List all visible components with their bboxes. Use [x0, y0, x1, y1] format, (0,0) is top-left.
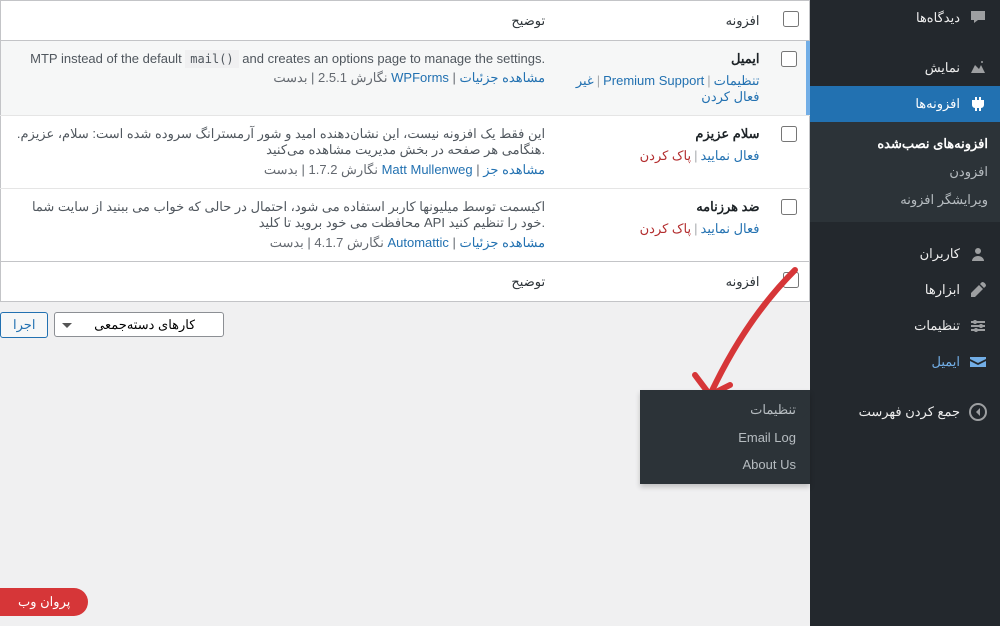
- author-link[interactable]: Automattic: [387, 235, 448, 250]
- menu-label: تنظیمات: [914, 318, 960, 334]
- author-link[interactable]: Matt Mullenweg: [382, 162, 473, 177]
- menu-users[interactable]: کاربران: [810, 236, 1000, 272]
- menu-label: نمایش: [925, 60, 960, 76]
- bulk-apply-button[interactable]: اجرا: [0, 312, 48, 338]
- brand-badge[interactable]: پروان وب: [0, 588, 88, 616]
- flyout-about[interactable]: About Us: [640, 451, 810, 478]
- details-link[interactable]: مشاهده جزئیات: [460, 70, 546, 85]
- menu-settings[interactable]: تنظیمات: [810, 308, 1000, 344]
- menu-tools[interactable]: ابزارها: [810, 272, 1000, 308]
- row-checkbox[interactable]: [781, 199, 797, 215]
- flyout-settings[interactable]: تنظیمات: [640, 396, 810, 424]
- row-actions: تنظیمات|Premium Support|غیر فعال کردن: [565, 73, 759, 105]
- row-checkbox[interactable]: [781, 51, 797, 67]
- submenu-installed[interactable]: افزونه‌های نصب‌شده: [810, 130, 1000, 158]
- menu-label: افزونه‌ها: [915, 96, 960, 112]
- row-actions: فعال نمایید|پاک کردن: [565, 221, 759, 237]
- menu-label: ابزارها: [925, 282, 960, 298]
- col-desc-foot: توضیح: [1, 262, 556, 302]
- select-all-bottom[interactable]: [783, 272, 799, 288]
- plugin-meta: نگارش 2.5.1 | بدست WPForms | مشاهده جزئی…: [11, 66, 545, 86]
- plugin-description: اکیسمت توسط میلیونها کاربر استفاده می شو…: [11, 199, 545, 231]
- plugins-icon: [968, 94, 988, 114]
- select-all-top[interactable]: [783, 11, 799, 27]
- action-link[interactable]: فعال نمایید: [701, 148, 760, 163]
- menu-plugins[interactable]: افزونه‌ها: [810, 86, 1000, 122]
- bulk-actions: کارهای دسته‌جمعی اجرا: [0, 302, 810, 348]
- plugin-meta: نگارش 1.7.2 | بدست Matt Mullenweg | مشاه…: [11, 158, 545, 178]
- menu-label: دیدگاه‌ها: [916, 10, 960, 26]
- comments-icon: [968, 8, 988, 28]
- details-link[interactable]: مشاهده جزئیات: [460, 235, 546, 250]
- plugins-table: افزونه توضیح ایمیل تنظیمات|Premium Suppo…: [0, 0, 810, 302]
- menu-label: کاربران: [920, 246, 960, 262]
- action-link[interactable]: پاک کردن: [640, 221, 692, 236]
- submenu-editor[interactable]: ویرایشگر افزونه: [810, 186, 1000, 214]
- tools-icon: [968, 280, 988, 300]
- menu-label: ایمیل: [931, 354, 960, 370]
- table-row: سلام عزیزم فعال نمایید|پاک کردن این فقط …: [1, 116, 810, 189]
- row-actions: فعال نمایید|پاک کردن: [565, 148, 759, 164]
- code-snippet: mail(): [185, 50, 238, 68]
- bulk-select[interactable]: کارهای دسته‌جمعی: [54, 312, 224, 337]
- email-flyout: تنظیمات Email Log About Us: [640, 390, 810, 484]
- author-link[interactable]: WPForms: [391, 70, 449, 85]
- plugin-description: این فقط یک افزونه نیست، این نشان‌دهنده ا…: [11, 126, 545, 158]
- settings-icon: [968, 316, 988, 336]
- plugin-name: ایمیل: [565, 51, 759, 67]
- submenu-add[interactable]: افزودن: [810, 158, 1000, 186]
- action-link[interactable]: Premium Support: [603, 73, 704, 88]
- action-link[interactable]: فعال نمایید: [701, 221, 760, 236]
- table-row: ایمیل تنظیمات|Premium Support|غیر فعال ک…: [1, 41, 810, 116]
- plugin-description: MTP instead of the default mail() and cr…: [11, 51, 545, 66]
- col-desc: توضیح: [1, 1, 556, 41]
- plugins-submenu: افزونه‌های نصب‌شده افزودن ویرایشگر افزون…: [810, 122, 1000, 222]
- admin-sidebar: دیدگاه‌ها نمایش افزونه‌ها افزونه‌های نصب…: [810, 0, 1000, 626]
- menu-comments[interactable]: دیدگاه‌ها: [810, 0, 1000, 36]
- users-icon: [968, 244, 988, 264]
- plugin-name: سلام عزیزم: [565, 126, 759, 142]
- plugin-meta: نگارش 4.1.7 | بدست Automattic | مشاهده ج…: [11, 231, 545, 251]
- col-plugin-foot[interactable]: افزونه: [555, 262, 769, 302]
- flyout-log[interactable]: Email Log: [640, 424, 810, 451]
- collapse-icon: [968, 402, 988, 422]
- email-icon: [968, 352, 988, 372]
- col-plugin[interactable]: افزونه: [555, 1, 769, 41]
- menu-email[interactable]: ایمیل: [810, 344, 1000, 380]
- main-content: افزونه توضیح ایمیل تنظیمات|Premium Suppo…: [0, 0, 810, 626]
- row-checkbox[interactable]: [781, 126, 797, 142]
- menu-label: جمع کردن فهرست: [859, 404, 960, 420]
- appearance-icon: [968, 58, 988, 78]
- menu-appearance[interactable]: نمایش: [810, 50, 1000, 86]
- details-link[interactable]: مشاهده جز: [483, 162, 545, 177]
- action-link[interactable]: پاک کردن: [640, 148, 692, 163]
- plugin-name: ضد هرزنامه: [565, 199, 759, 215]
- table-row: ضد هرزنامه فعال نمایید|پاک کردن اکیسمت ت…: [1, 189, 810, 262]
- menu-collapse[interactable]: جمع کردن فهرست: [810, 394, 1000, 430]
- action-link[interactable]: تنظیمات: [714, 73, 760, 88]
